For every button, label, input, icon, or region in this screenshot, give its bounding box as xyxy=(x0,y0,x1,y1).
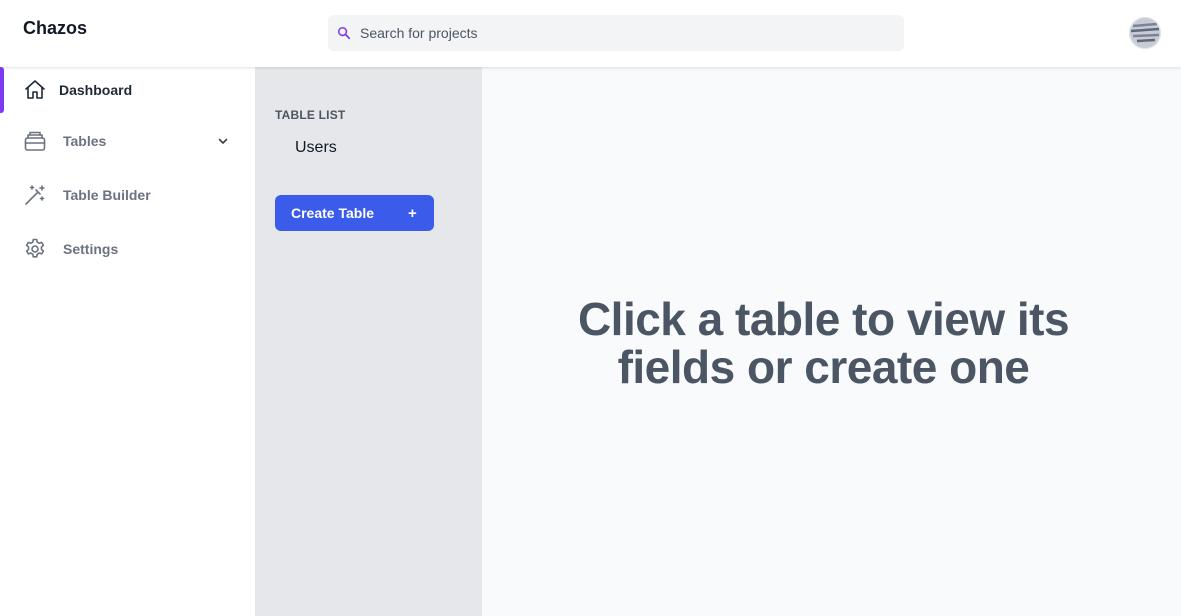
empty-state-message: Click a table to view its fields or crea… xyxy=(482,295,1165,391)
table-list-item-users[interactable]: Users xyxy=(295,139,337,157)
create-table-label: Create Table xyxy=(291,205,374,221)
empty-state-line-2: fields or create one xyxy=(617,341,1030,393)
search-bar[interactable] xyxy=(328,15,904,51)
gear-icon xyxy=(25,238,45,258)
sidebar-item-label: Tables xyxy=(63,133,107,149)
search-icon xyxy=(337,26,351,40)
app-brand[interactable]: Chazos xyxy=(23,18,87,39)
sidebar-item-dashboard[interactable]: Dashboard xyxy=(0,67,255,113)
sidebar-item-label: Settings xyxy=(63,241,119,257)
sidebar-item-label: Dashboard xyxy=(59,82,133,98)
sidebar: Dashboard Tables Table Builder Settings xyxy=(0,67,255,616)
search-input[interactable] xyxy=(328,15,904,51)
create-table-button[interactable]: Create Table + xyxy=(275,195,434,231)
avatar[interactable] xyxy=(1129,17,1161,49)
empty-state-line-1: Click a table to view its xyxy=(577,293,1070,345)
active-indicator xyxy=(0,67,4,113)
chevron-down-icon[interactable] xyxy=(216,134,230,148)
sidebar-item-label: Table Builder xyxy=(63,187,151,203)
sidebar-item-table-builder[interactable]: Table Builder xyxy=(0,172,255,218)
home-icon xyxy=(25,80,45,99)
tables-icon xyxy=(24,131,46,151)
top-bar: Chazos xyxy=(0,0,1181,67)
magic-wand-icon xyxy=(25,185,45,205)
sidebar-item-settings[interactable]: Settings xyxy=(0,226,255,272)
plus-icon: + xyxy=(408,204,417,222)
sidebar-item-tables[interactable]: Tables xyxy=(0,118,255,164)
table-list-panel: TABLE LIST Users Create Table + xyxy=(255,67,482,616)
table-list-title: TABLE LIST xyxy=(275,108,346,122)
main-content: Click a table to view its fields or crea… xyxy=(482,67,1181,616)
